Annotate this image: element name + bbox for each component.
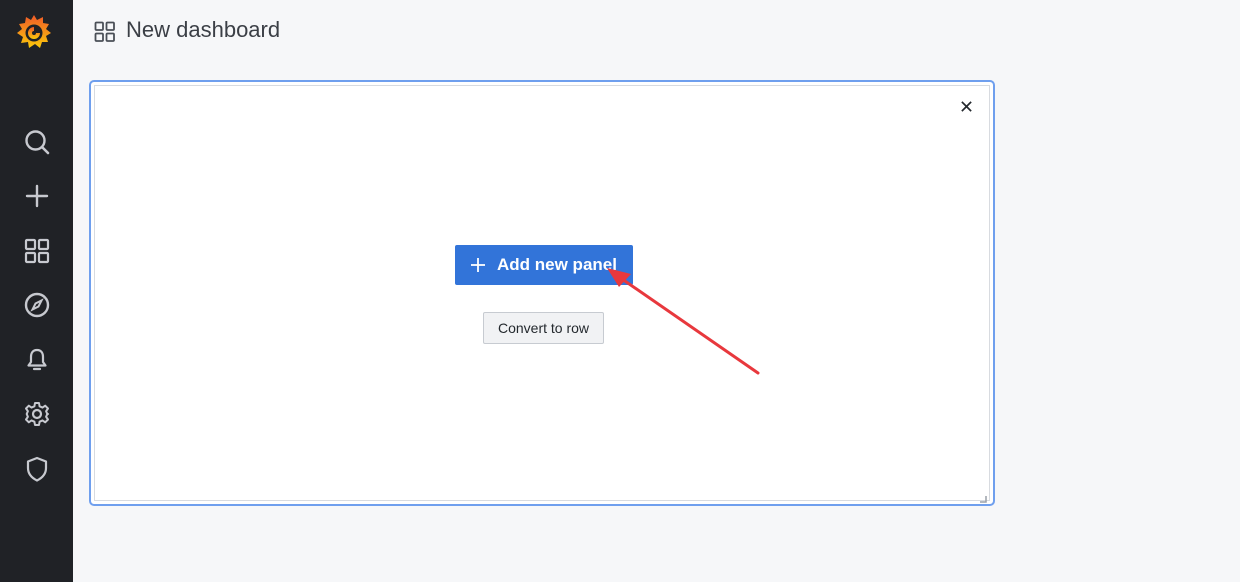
compass-icon[interactable]: [21, 289, 53, 321]
add-new-panel-label: Add new panel: [497, 255, 617, 274]
convert-to-row-button[interactable]: Convert to row: [483, 312, 604, 344]
search-icon[interactable]: [21, 126, 53, 158]
close-icon[interactable]: [956, 96, 976, 116]
resize-handle-icon[interactable]: [979, 490, 987, 503]
add-panel-widget: Add new panel Convert to row: [89, 80, 995, 506]
panel-body: Add new panel Convert to row: [94, 85, 990, 503]
grafana-logo-icon[interactable]: [14, 12, 54, 52]
bell-icon[interactable]: [21, 344, 53, 376]
add-new-panel-button[interactable]: Add new panel: [455, 245, 633, 285]
plus-icon: [471, 258, 485, 272]
dashboard-grid-icon: [94, 21, 116, 43]
sidebar: [0, 0, 73, 582]
shield-icon[interactable]: [21, 453, 53, 485]
plus-icon[interactable]: [21, 180, 53, 212]
gear-icon[interactable]: [21, 398, 53, 430]
grid-icon[interactable]: [21, 235, 53, 267]
page-title[interactable]: New dashboard: [126, 17, 280, 43]
